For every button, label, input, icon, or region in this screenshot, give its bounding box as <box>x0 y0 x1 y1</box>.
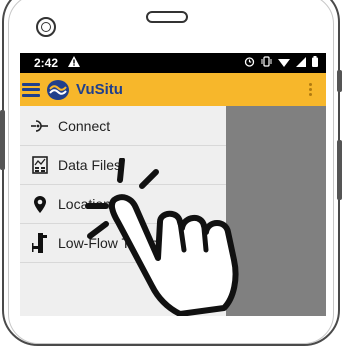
app-title: VuSitu <box>76 81 123 98</box>
tap-hand-icon <box>85 158 239 316</box>
status-icons <box>244 56 318 70</box>
phone-frame: 2:42 VuSitu Connect Data Files Location … <box>0 0 342 346</box>
status-bar: 2:42 <box>20 53 326 73</box>
right-side-button <box>337 70 342 92</box>
vusitu-logo-icon <box>47 79 69 100</box>
left-side-button <box>0 110 5 170</box>
right-side-button-2 <box>337 140 342 200</box>
wifi-icon <box>278 57 290 70</box>
kebab-menu-icon[interactable] <box>309 83 312 96</box>
app-bar: VuSitu <box>20 73 326 106</box>
earpiece-speaker <box>146 11 188 23</box>
signal-icon <box>296 56 306 70</box>
warning-triangle-icon <box>68 56 81 70</box>
vibrate-icon <box>261 56 272 70</box>
front-camera <box>36 17 56 37</box>
chart-file-icon <box>30 155 50 175</box>
hamburger-menu-icon[interactable] <box>22 82 40 97</box>
status-time: 2:42 <box>34 56 59 70</box>
battery-icon <box>312 56 318 70</box>
drawer-item-connect[interactable]: Connect <box>20 107 226 146</box>
location-pin-icon <box>30 194 50 214</box>
drawer-item-label: Connect <box>58 118 111 134</box>
flow-pipe-icon <box>30 233 50 253</box>
alarm-icon <box>244 56 255 70</box>
connect-plug-icon <box>30 116 50 136</box>
